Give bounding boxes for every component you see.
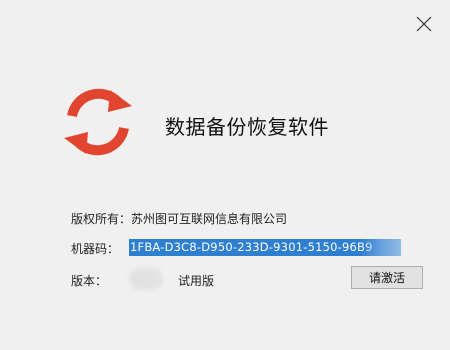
version-value: 试用版 (178, 274, 215, 288)
close-icon (416, 16, 432, 32)
close-button[interactable] (414, 14, 434, 34)
version-number-redacted (129, 268, 163, 290)
machine-code-value: 1FBA-D3C8-D950-233D-9301-5150-96B9 (130, 240, 373, 254)
about-dialog: 数据备份恢复软件 版权所有：苏州图可互联网信息有限公司 机器码： 1FBA-D3… (0, 0, 450, 350)
copyright-value: 苏州图可互联网信息有限公司 (131, 212, 288, 226)
machine-code-field[interactable]: 1FBA-D3C8-D950-233D-9301-5150-96B9 (129, 239, 401, 256)
version-row: 版本： (71, 272, 129, 289)
version-label: 版本： (71, 274, 108, 288)
machine-code-row: 机器码： (71, 240, 129, 257)
machine-code-label: 机器码： (71, 242, 120, 256)
app-logo (58, 82, 138, 162)
activate-button[interactable]: 请激活 (351, 266, 423, 289)
app-title: 数据备份恢复软件 (165, 115, 329, 139)
redaction-fade (361, 239, 401, 256)
sync-refresh-icon (64, 88, 132, 156)
copyright-row: 版权所有：苏州图可互联网信息有限公司 (71, 210, 287, 227)
copyright-label: 版权所有： (71, 212, 132, 226)
